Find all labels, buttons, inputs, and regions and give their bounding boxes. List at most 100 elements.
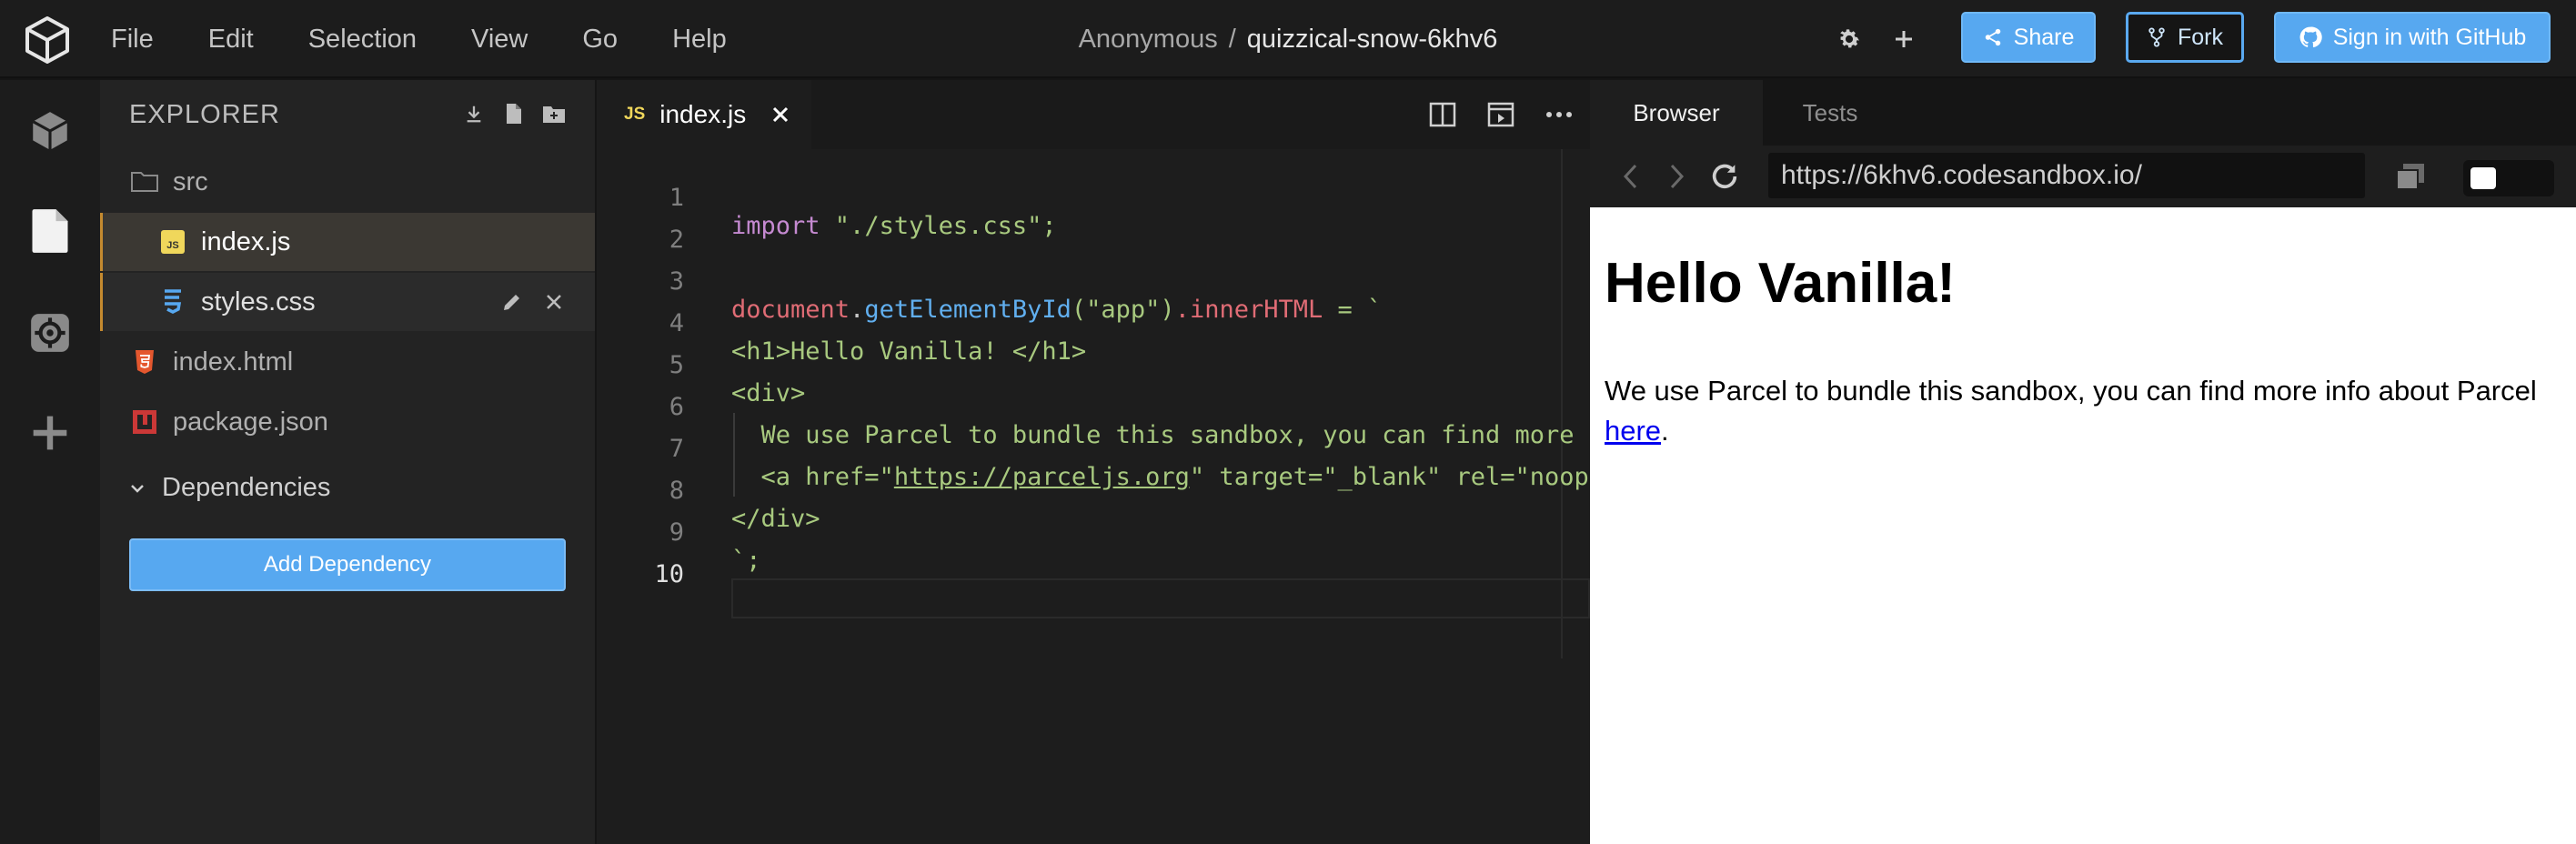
explorer-title: EXPLORER (129, 100, 280, 129)
current-line-highlight (731, 578, 1590, 618)
url-address-bar[interactable]: https://6khv6.codesandbox.io/ (1768, 153, 2365, 198)
file-name: src (173, 166, 208, 196)
code-line: 4 <h1>Hello Vanilla! </h1> (597, 275, 1590, 366)
file-name: index.html (173, 347, 294, 377)
preview-tab-bar: Browser Tests (1590, 80, 2576, 146)
chevron-down-icon (131, 484, 144, 493)
line-number: 10 (654, 560, 684, 588)
folder-src[interactable]: src (100, 153, 595, 211)
code-line: 6 We use Parcel to bundle this sandbox, … (597, 358, 1590, 449)
code-line: 5 <div> (597, 316, 1590, 407)
preview-window-icon[interactable] (1484, 98, 1517, 131)
new-folder-icon[interactable] (540, 100, 568, 127)
menu-edit[interactable]: Edit (208, 25, 254, 55)
explorer-actions (448, 100, 568, 127)
menu-view[interactable]: View (471, 25, 528, 55)
title-separator: / (1228, 24, 1236, 54)
file-tools (484, 288, 568, 316)
more-options-icon[interactable] (1543, 98, 1575, 131)
top-bar: File Edit Selection View Go Help Anonymo… (0, 0, 2576, 78)
plus-icon[interactable] (1887, 22, 1921, 56)
toggle-knob (2470, 167, 2496, 189)
codesandbox-logo-icon[interactable] (22, 15, 73, 65)
refresh-icon[interactable] (1708, 160, 1741, 193)
menu-bar: File Edit Selection View Go Help (111, 0, 781, 78)
tab-label: index.js (659, 100, 747, 128)
tab-browser[interactable]: Browser (1590, 80, 1763, 146)
js-badge-icon: JS (624, 105, 646, 124)
file-index-html[interactable]: index.html (100, 333, 595, 391)
project-name[interactable]: quizzical-snow-6khv6 (1247, 25, 1498, 55)
browser-preview: Browser Tests https://6khv6.codesandbox.… (1590, 80, 2576, 844)
deployment-plus-icon[interactable] (23, 406, 77, 460)
menu-file[interactable]: File (111, 25, 154, 55)
project-info-cube-icon[interactable] (23, 104, 77, 158)
new-file-icon[interactable] (500, 100, 528, 127)
folder-icon (129, 166, 160, 197)
editor-actions (1401, 98, 1575, 131)
code-line: 1 import "./styles.css"; (597, 149, 1590, 240)
file-package-json[interactable]: package.json (100, 393, 595, 451)
code-area[interactable]: 1 import "./styles.css"; 2 3 document.ge… (597, 149, 1590, 844)
delete-close-icon[interactable] (540, 288, 568, 316)
code-line: 9 `; (597, 484, 1590, 575)
rendered-page: Hello Vanilla! We use Parcel to bundle t… (1590, 207, 2576, 844)
css-file-icon (157, 286, 188, 317)
share-button-label: Share (2013, 24, 2075, 50)
sign-in-github-button[interactable]: Sign in with GitHub (2274, 12, 2551, 63)
file-name: index.js (201, 226, 291, 256)
project-owner[interactable]: Anonymous (1079, 25, 1218, 55)
html-file-icon (129, 347, 160, 377)
code-editor: JS index.js 1 import "./styles.css"; 2 3… (597, 80, 1590, 844)
close-tab-icon[interactable] (768, 102, 793, 127)
github-icon (2299, 26, 2322, 48)
svg-text:JS: JS (166, 240, 178, 251)
dependencies-section-toggle[interactable]: Dependencies (129, 473, 330, 503)
activity-bar (0, 80, 100, 844)
split-view-icon[interactable] (1426, 98, 1459, 131)
menu-go[interactable]: Go (582, 25, 618, 55)
file-index-js[interactable]: JS index.js (100, 213, 595, 271)
console-toggle-switch[interactable] (2463, 160, 2554, 196)
editor-tab-bar: JS index.js (597, 80, 1590, 149)
settings-gear-icon[interactable] (1832, 22, 1867, 56)
code-line: 8 </div> (597, 442, 1590, 533)
project-title: Anonymous / quizzical-snow-6khv6 (910, 0, 1666, 78)
js-file-icon: JS (157, 226, 188, 257)
code-line: 3 document.getElementById("app").innerHT… (597, 233, 1590, 324)
explorer-file-icon[interactable] (23, 204, 77, 258)
paragraph-end: . (1661, 415, 1669, 447)
fork-icon (2148, 27, 2165, 47)
share-icon (1985, 28, 2000, 46)
page-paragraph: We use Parcel to bundle this sandbox, yo… (1605, 371, 2569, 451)
here-link[interactable]: here (1605, 415, 1661, 447)
browser-navigation-bar: https://6khv6.codesandbox.io/ (1590, 146, 2576, 207)
file-name: package.json (173, 407, 328, 437)
fork-button[interactable]: Fork (2126, 12, 2244, 63)
page-heading: Hello Vanilla! (1605, 252, 1956, 315)
explorer-header: EXPLORER (100, 80, 595, 146)
share-button[interactable]: Share (1961, 12, 2096, 63)
open-new-window-icon[interactable] (2394, 160, 2427, 193)
npm-package-icon (129, 407, 160, 437)
add-dependency-button[interactable]: Add Dependency (129, 538, 566, 591)
tab-tests[interactable]: Tests (1763, 80, 1897, 146)
forward-arrow-icon[interactable] (1661, 160, 1694, 193)
fork-button-label: Fork (2178, 24, 2223, 50)
dependencies-label: Dependencies (162, 473, 331, 502)
download-icon[interactable] (460, 100, 488, 127)
back-arrow-icon[interactable] (1614, 160, 1646, 193)
menu-help[interactable]: Help (672, 25, 727, 55)
menu-selection[interactable]: Selection (308, 25, 417, 55)
code-line: 10 (597, 526, 1590, 588)
code-line: 7 <a href="https://parceljs.org" target=… (597, 400, 1590, 491)
tab-index-js[interactable]: JS index.js (597, 80, 811, 149)
file-styles-css[interactable]: styles.css (100, 273, 595, 331)
rename-pencil-icon[interactable] (498, 288, 526, 316)
paragraph-text: We use Parcel to bundle this sandbox, yo… (1605, 375, 2537, 407)
code-line: 2 (597, 191, 1590, 254)
server-control-panel-icon[interactable] (23, 306, 77, 360)
file-name: styles.css (201, 286, 316, 316)
sign-in-github-label: Sign in with GitHub (2332, 24, 2527, 50)
explorer-sidebar: EXPLORER src JS index.js styles.css inde… (100, 80, 595, 844)
